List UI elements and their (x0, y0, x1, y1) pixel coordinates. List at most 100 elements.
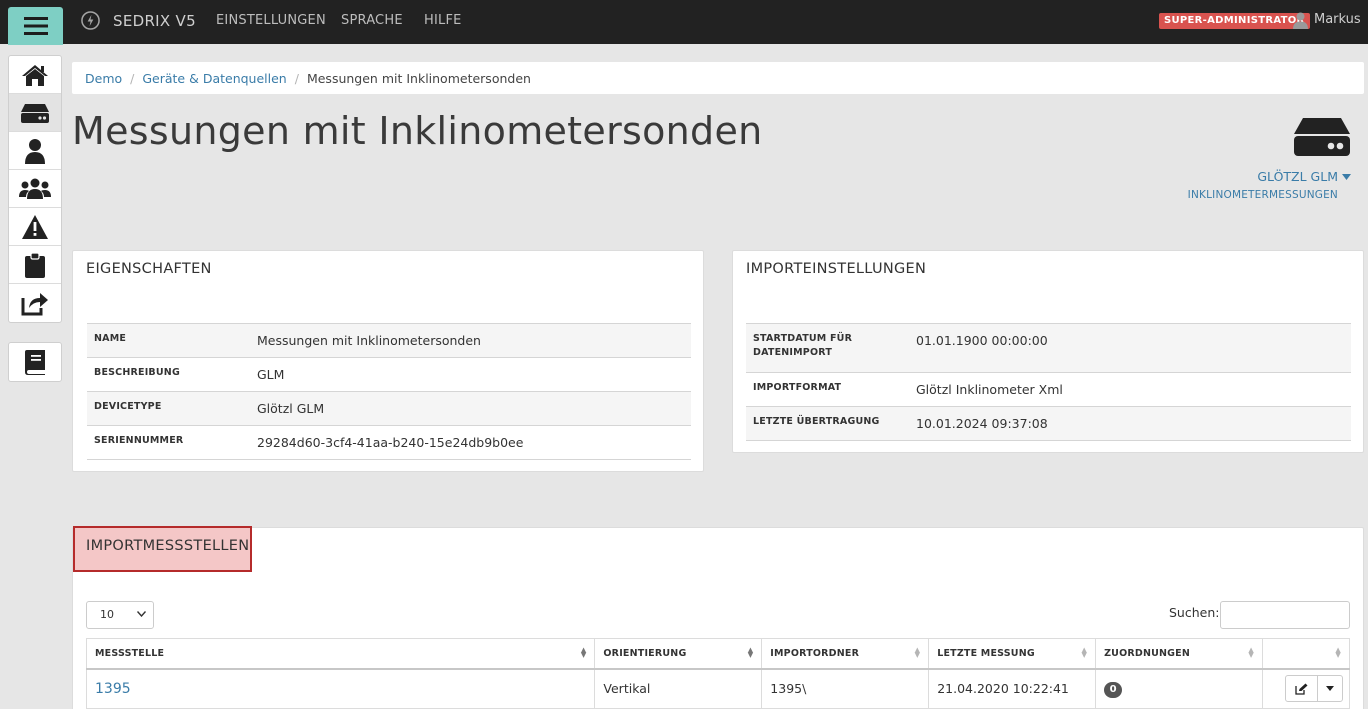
nav-einstellungen[interactable]: EINSTELLUNGEN (216, 13, 326, 28)
nav-hilfe[interactable]: HILFE (424, 13, 462, 28)
column-header-letzte-messung[interactable]: LETZTE MESSUNG ▲ ▼ (928, 638, 1097, 670)
sidebar-item-alarms[interactable] (9, 208, 61, 246)
menu-toggle-button[interactable] (8, 7, 63, 45)
sidebar-item-devices[interactable] (9, 94, 61, 132)
cell-zuordnungen: 0 (1095, 668, 1263, 709)
properties-row: BESCHREIBUNG GLM (87, 358, 691, 392)
cell-actions (1261, 668, 1351, 709)
import-points-table: MESSSTELLE ▲ ▼ ORIENTIERUNG ▲ ▼ IMPORTORDNER… (85, 638, 1351, 709)
warning-icon (22, 214, 48, 239)
property-key: NAME (94, 333, 127, 344)
device-name: GLÖTZL GLM (1257, 169, 1338, 184)
column-header-orientierung[interactable]: ORIENTIERUNG ▲ ▼ (594, 638, 763, 670)
edit-icon (1295, 683, 1308, 695)
nav-sprache[interactable]: SPRACHE (341, 13, 403, 28)
edit-button[interactable] (1286, 676, 1318, 702)
top-bar: SEDRIX V5 EINSTELLUNGEN SPRACHE HILFE SU… (0, 0, 1368, 45)
page-title: Messungen mit Inklinometersonden (72, 109, 763, 153)
import-settings-row: STARTDATUM FÜR DATENIMPORT 01.01.1900 00… (746, 324, 1351, 373)
column-header-importordner[interactable]: IMPORTORDNER ▲ ▼ (761, 638, 930, 670)
import-settings-table: STARTDATUM FÜR DATENIMPORT 01.01.1900 00… (746, 323, 1351, 441)
breadcrumb-separator: / (130, 70, 135, 86)
properties-row: SERIENNUMMER 29284d60-3cf4-41aa-b240-15e… (87, 426, 691, 460)
import-settings-panel: IMPORTEINSTELLUNGEN STARTDATUM FÜR DATEN… (732, 250, 1364, 453)
search-input[interactable] (1220, 601, 1350, 629)
chevron-down-icon (137, 611, 146, 617)
breadcrumb-separator: / (294, 70, 299, 86)
home-icon (22, 64, 48, 86)
property-value: Glötzl GLM (257, 401, 325, 416)
property-value: GLM (257, 367, 285, 382)
sidebar-item-tasks[interactable] (9, 246, 61, 284)
assignment-count-badge: 0 (1104, 681, 1123, 698)
cell-messstelle: 1395 (85, 668, 596, 709)
search-label: Suchen: (1169, 605, 1220, 620)
device-icon (1294, 118, 1350, 156)
column-header-zuordnungen[interactable]: ZUORDNUNGEN ▲ ▼ (1095, 638, 1263, 670)
breadcrumb-demo[interactable]: Demo (85, 71, 122, 86)
sort-icon: ▲ ▼ (914, 646, 921, 659)
caret-down-icon (1342, 173, 1351, 180)
sort-icon: ▲ ▼ (1081, 646, 1088, 659)
role-badge: SUPER-ADMINISTRATOR (1159, 13, 1310, 29)
sort-icon: ▲ ▼ (580, 646, 587, 659)
properties-row: NAME Messungen mit Inklinometersonden (87, 324, 691, 358)
column-header-messstelle[interactable]: MESSSTELLE ▲ ▼ (85, 638, 596, 670)
property-value: Glötzl Inklinometer Xml (916, 382, 1063, 397)
device-subtitle: INKLINOMETERMESSUNGEN (1187, 189, 1338, 201)
property-key: STARTDATUM FÜR DATENIMPORT (753, 333, 853, 358)
page-size-select[interactable]: 10 (86, 601, 154, 629)
sidebar-docs-group (8, 342, 62, 382)
property-value: 01.01.1900 00:00:00 (916, 333, 1048, 348)
sort-icon: ▲ ▼ (1335, 646, 1341, 659)
properties-table: NAME Messungen mit Inklinometersonden BE… (87, 323, 691, 460)
caret-down-icon (1325, 686, 1334, 692)
clipboard-icon (25, 251, 45, 278)
sidebar-item-home[interactable] (9, 56, 61, 94)
sort-icon: ▲ ▼ (1248, 646, 1254, 659)
messstelle-link[interactable]: 1395 (95, 681, 131, 697)
column-header-actions[interactable]: ▲ ▼ (1261, 638, 1351, 670)
table-row: 1395 Vertikal 1395\ 21.04.2020 10:22:41 … (85, 668, 1351, 709)
import-settings-title: IMPORTEINSTELLUNGEN (746, 261, 927, 277)
property-value: 29284d60-3cf4-41aa-b240-15e24db9b0ee (257, 435, 524, 450)
breadcrumb: Demo / Geräte & Datenquellen / Messungen… (72, 62, 1364, 94)
sidebar-item-users[interactable] (9, 170, 61, 208)
device-dropdown[interactable]: GLÖTZL GLM (1257, 169, 1351, 184)
sidebar (8, 55, 62, 382)
row-action-group (1284, 675, 1343, 703)
sidebar-item-user[interactable] (9, 132, 61, 170)
table-header-row: MESSSTELLE ▲ ▼ ORIENTIERUNG ▲ ▼ IMPORTORDNER… (85, 638, 1351, 670)
breadcrumb-current: Messungen mit Inklinometersonden (306, 70, 531, 86)
properties-row: DEVICETYPE Glötzl GLM (87, 392, 691, 426)
sidebar-item-export[interactable] (9, 284, 61, 322)
property-value: Messungen mit Inklinometersonden (257, 333, 481, 348)
properties-title: EIGENSCHAFTEN (86, 261, 212, 277)
sedrix-logo-icon[interactable] (81, 11, 100, 30)
book-icon (25, 350, 45, 375)
share-icon (21, 293, 48, 316)
user-icon (25, 138, 45, 164)
property-key: DEVICETYPE (94, 401, 162, 412)
property-key: IMPORTFORMAT (753, 382, 842, 393)
user-menu[interactable]: Markus (1314, 12, 1361, 27)
property-value: 10.01.2024 09:37:08 (916, 416, 1048, 431)
property-key: SERIENNUMMER (94, 435, 184, 446)
brand-name[interactable]: SEDRIX V5 (113, 12, 196, 30)
import-settings-row: IMPORTFORMAT Glötzl Inklinometer Xml (746, 373, 1351, 407)
users-icon (19, 178, 51, 199)
sidebar-item-documentation[interactable] (9, 343, 61, 381)
import-points-title: IMPORTMESSSTELLEN (86, 538, 250, 554)
row-menu-toggle[interactable] (1318, 676, 1342, 701)
cell-orientierung: Vertikal (594, 668, 763, 709)
property-key: BESCHREIBUNG (94, 367, 180, 378)
user-icon[interactable] (1293, 12, 1308, 29)
breadcrumb-devices[interactable]: Geräte & Datenquellen (142, 71, 286, 86)
cell-importordner: 1395\ (761, 668, 930, 709)
sidebar-main-group (8, 55, 62, 323)
device-icon (21, 103, 49, 123)
hamburger-icon (23, 17, 48, 35)
cell-letzte-messung: 21.04.2020 10:22:41 (928, 668, 1097, 709)
properties-panel: EIGENSCHAFTEN NAME Messungen mit Inklino… (72, 250, 704, 472)
property-key: LETZTE ÜBERTRAGUNG (753, 416, 880, 427)
